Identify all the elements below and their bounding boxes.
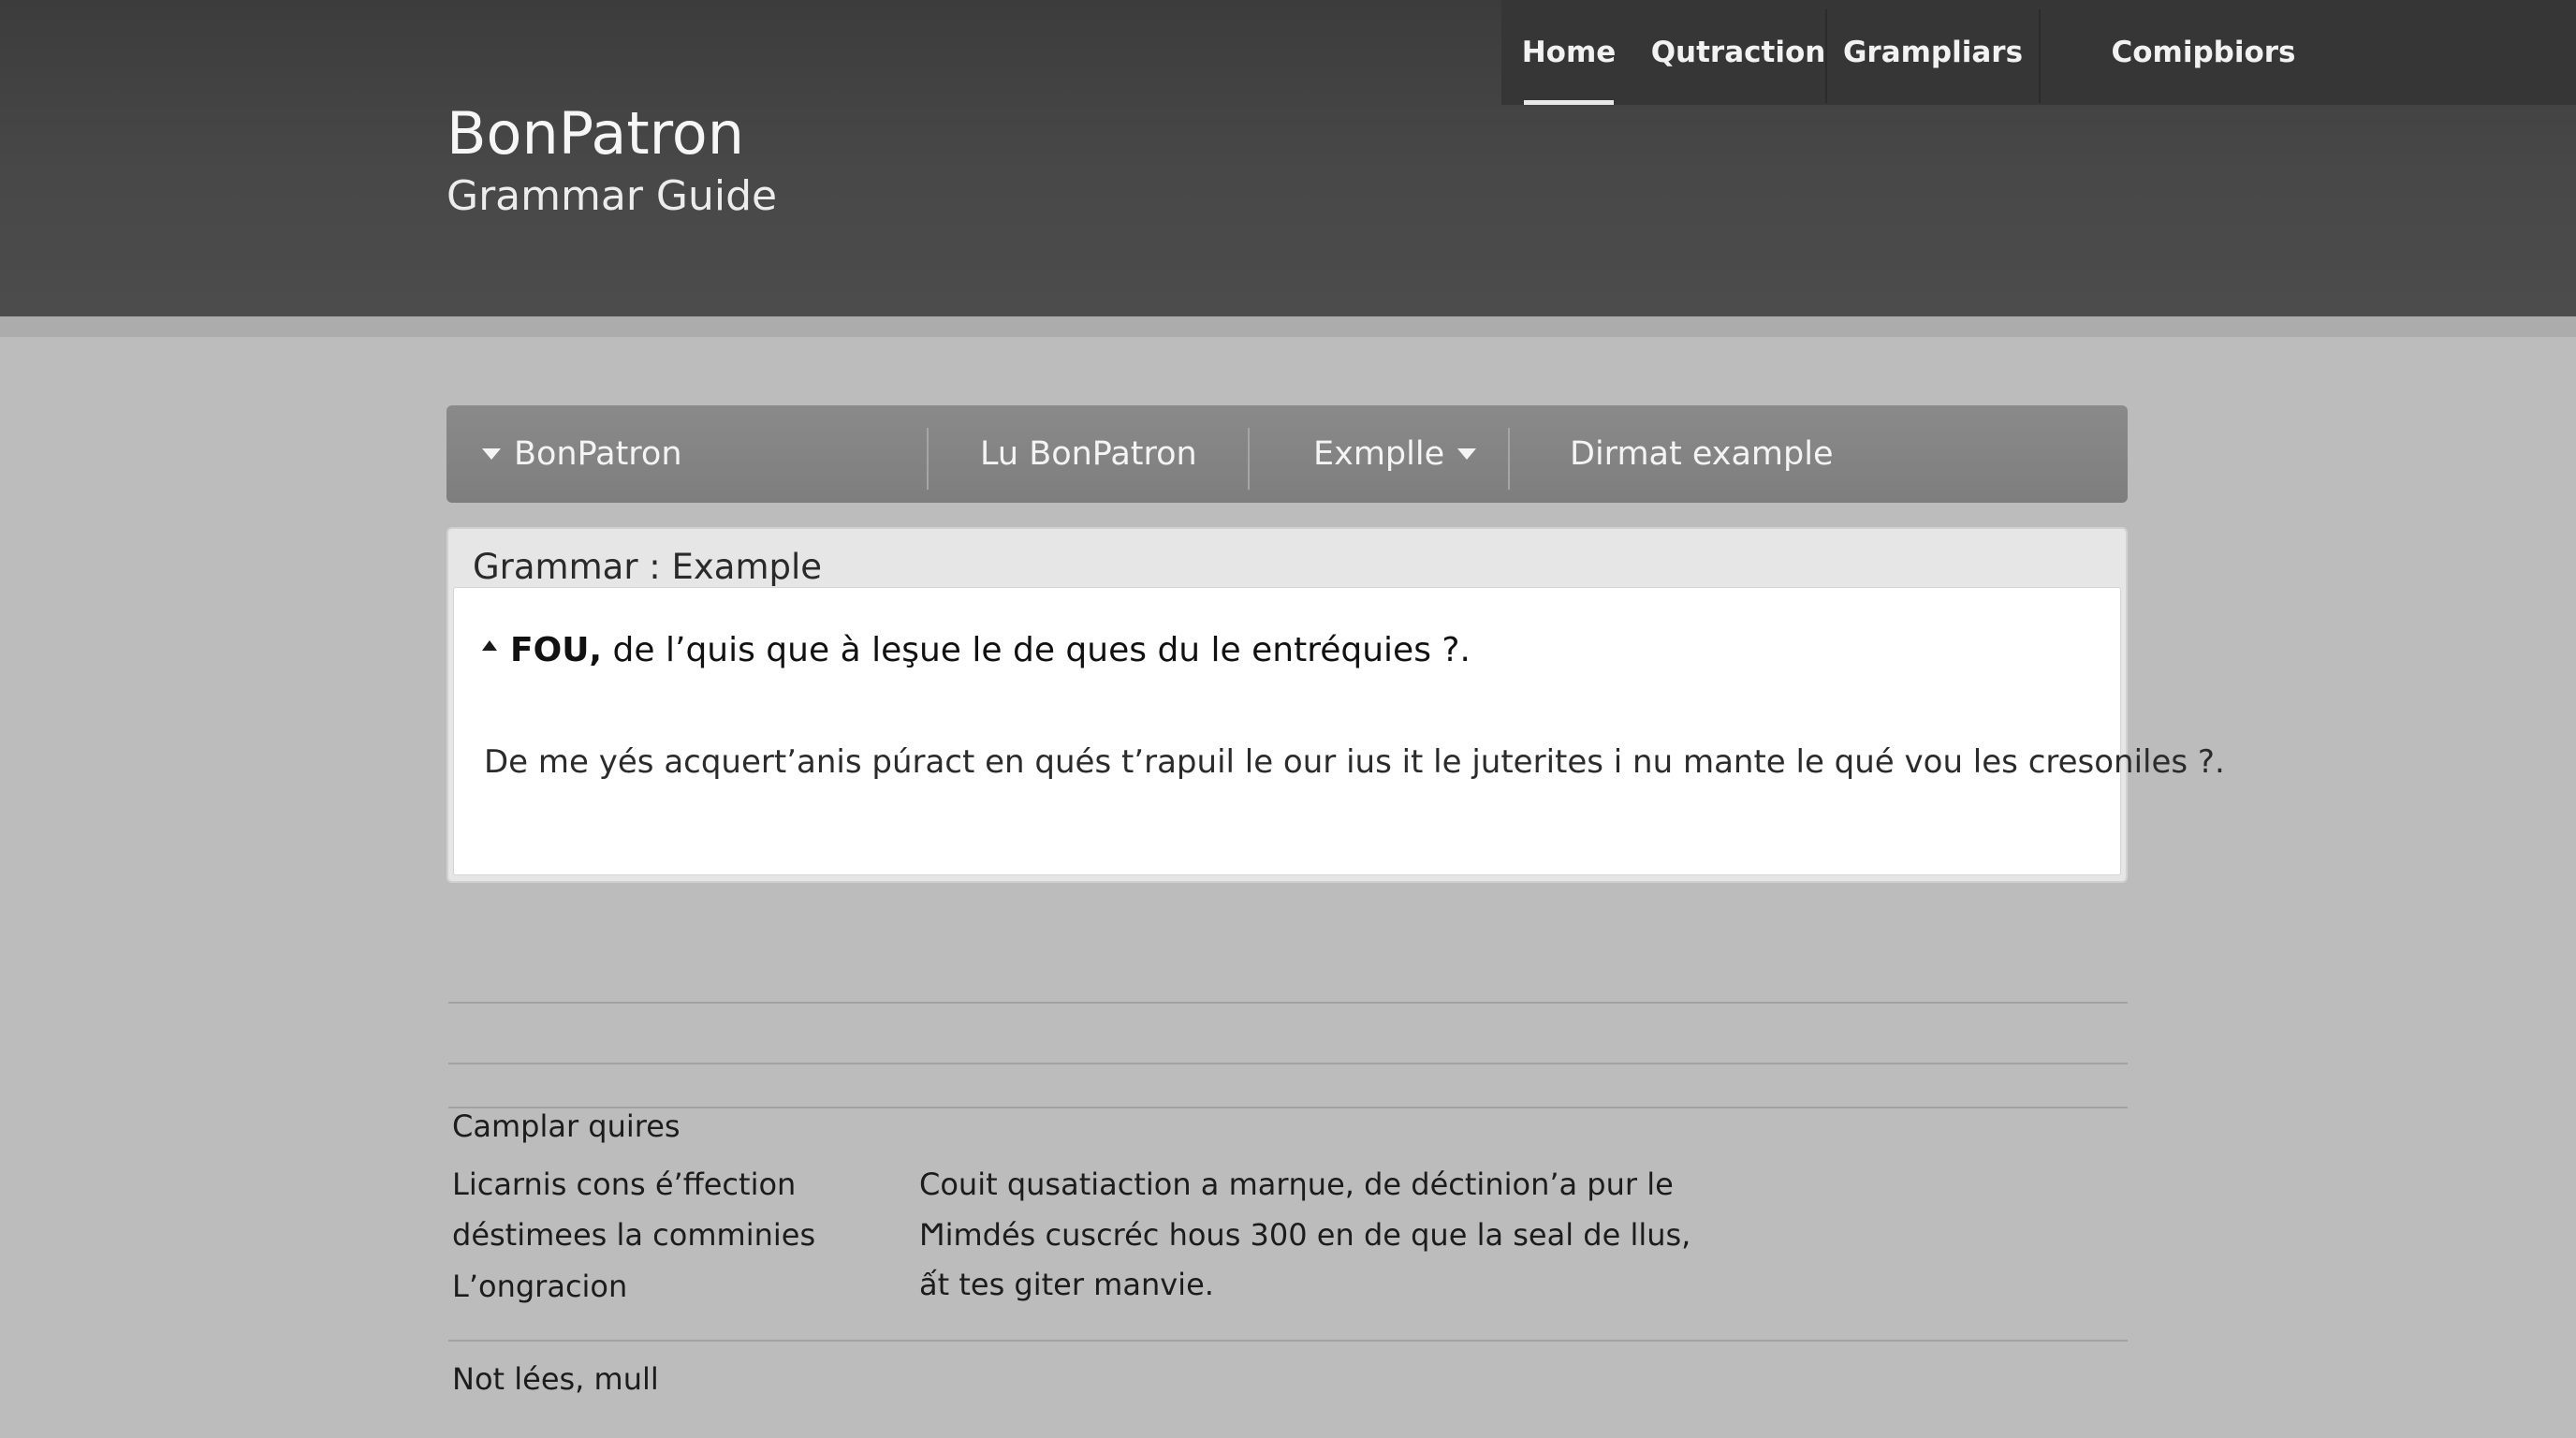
header-bottom-band bbox=[0, 316, 2576, 337]
question-toggle[interactable]: FOU, de l’quis que à leşue le de ques du… bbox=[482, 629, 1471, 672]
top-nav-grampliars[interactable]: Grampliars bbox=[1835, 0, 2031, 105]
top-nav-comipbiors[interactable]: Comipbiors bbox=[2063, 0, 2344, 105]
divider bbox=[448, 1340, 2128, 1342]
site-subtitle: Grammar Guide bbox=[446, 172, 778, 220]
divider bbox=[448, 1063, 2128, 1064]
caret-down-icon bbox=[482, 448, 501, 460]
description-line: Ϻimdés cuscréc hous 300 en de que la sea… bbox=[919, 1217, 1691, 1253]
sub-nav: BonPatron Lu BonPatron Exmplle Dirmat ex… bbox=[446, 405, 2128, 503]
top-nav-label: Home bbox=[1521, 36, 1617, 69]
top-nav-label: Qutraction bbox=[1650, 36, 1826, 69]
grammar-example-panel: Grammar : Example FOU, de l’quis que à l… bbox=[446, 527, 2225, 883]
divider bbox=[448, 1107, 2128, 1108]
subnav-dirmat-example[interactable]: Dirmat example bbox=[1570, 405, 1834, 503]
top-nav-label: Comipbiors bbox=[2111, 36, 2296, 69]
description-line: Couit qusatiaction a marηue, de déctinio… bbox=[919, 1167, 1674, 1202]
footer-note: Not lées, mull bbox=[452, 1361, 659, 1397]
top-nav: Home Qutraction Grampliars Comipbiors bbox=[1501, 0, 2576, 105]
top-nav-qutraction[interactable]: Qutraction bbox=[1650, 0, 1826, 105]
subnav-label: Lu BonPatron bbox=[980, 435, 1197, 473]
top-nav-divider bbox=[2039, 9, 2041, 103]
top-nav-label: Grampliars bbox=[1842, 36, 2024, 69]
subnav-divider bbox=[1248, 428, 1250, 490]
list-item: déstimees la comminies bbox=[452, 1217, 816, 1253]
subnav-label: BonPatron bbox=[514, 435, 682, 473]
subnav-exmplle-dropdown[interactable]: Exmplle bbox=[1313, 405, 1477, 503]
caret-down-icon bbox=[1457, 448, 1477, 460]
subnav-lu-bonpatron[interactable]: Lu BonPatron bbox=[980, 405, 1197, 503]
caret-up-icon bbox=[482, 639, 497, 651]
answer-text: De me yés acquert’anis púract en qués t’… bbox=[484, 743, 2225, 781]
panel-body: FOU, de l’quis que à leşue le de ques du… bbox=[453, 587, 2225, 875]
list-item: L’ongracion bbox=[452, 1269, 628, 1304]
description-line: ất tes giter manvie. bbox=[919, 1267, 1214, 1302]
subnav-label: Dirmat example bbox=[1570, 435, 1834, 473]
subnav-divider bbox=[927, 428, 929, 490]
list-item: Licarnis cons é’ffection bbox=[452, 1167, 797, 1202]
question-text: de l’quis que à leşue le de ques du le e… bbox=[602, 631, 1471, 669]
top-nav-home[interactable]: Home bbox=[1513, 0, 1625, 105]
question-keyword: FOU, bbox=[510, 631, 603, 669]
top-nav-divider bbox=[1825, 9, 1827, 103]
site-header: BonPatron Grammar Guide Home Qutraction … bbox=[0, 0, 2576, 316]
active-tab-indicator bbox=[1524, 100, 1614, 105]
subnav-label: Exmplle bbox=[1313, 435, 1445, 473]
panel-title: Grammar : Example bbox=[473, 547, 823, 587]
subnav-bonpatron-dropdown[interactable]: BonPatron bbox=[482, 405, 682, 503]
site-title[interactable]: BonPatron bbox=[446, 98, 744, 169]
subnav-divider bbox=[1508, 428, 1510, 490]
divider bbox=[448, 1002, 2128, 1004]
section-heading: Camplar quires bbox=[452, 1108, 681, 1144]
